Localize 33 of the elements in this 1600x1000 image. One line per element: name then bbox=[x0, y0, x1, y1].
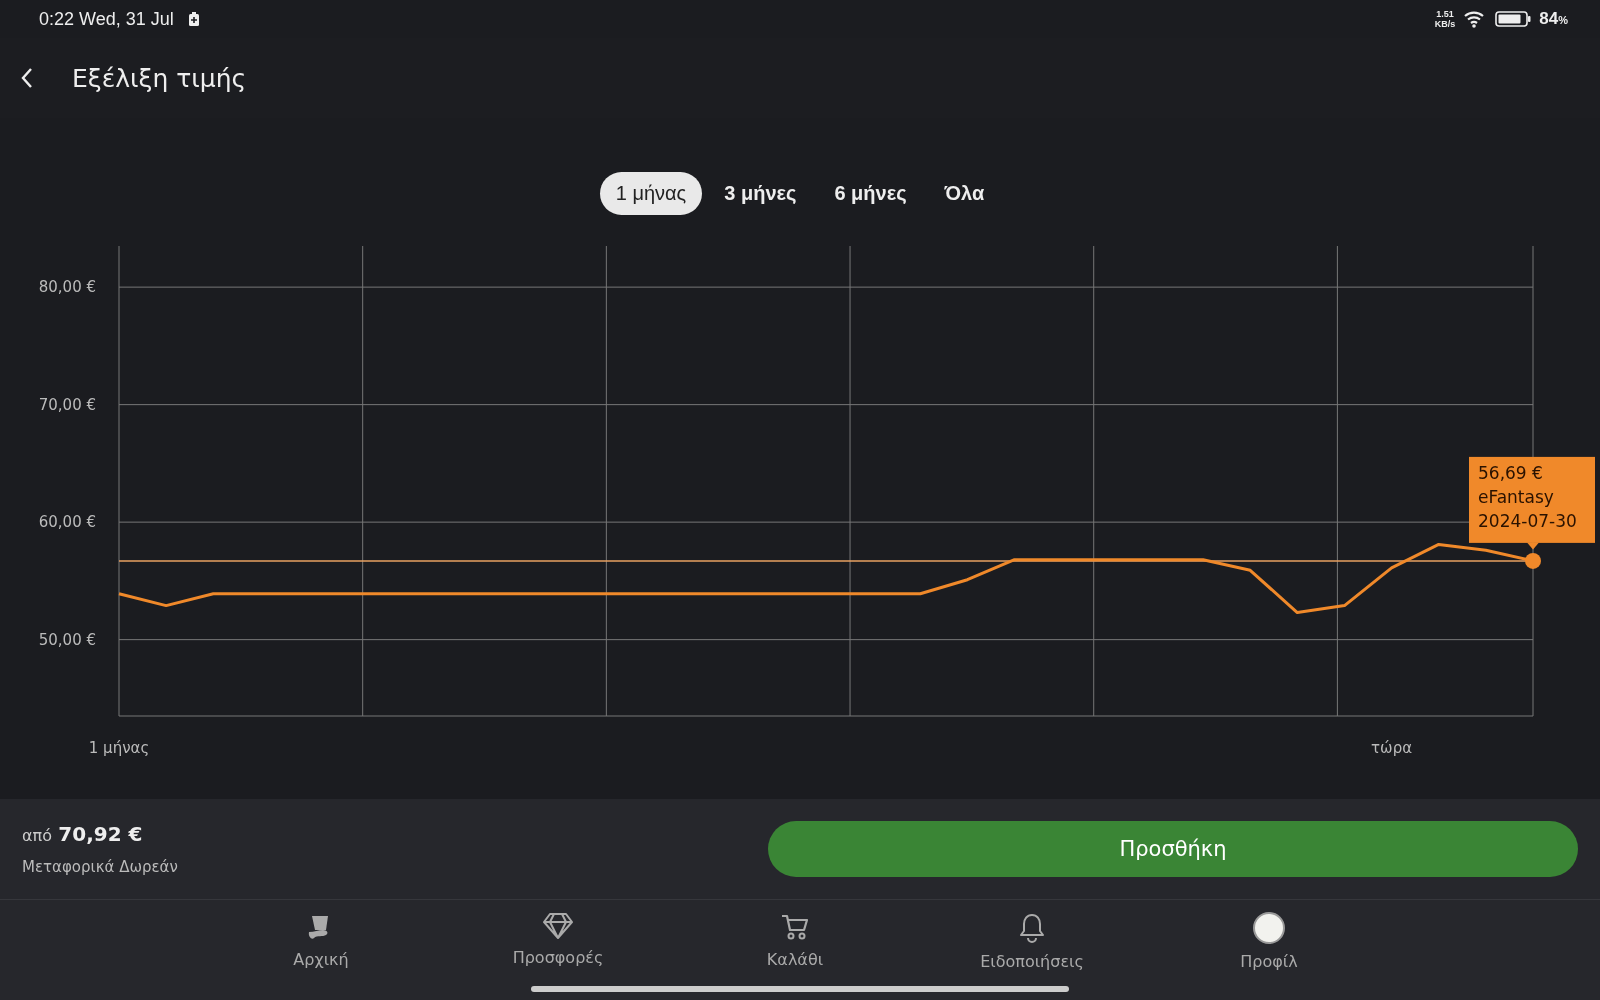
add-button[interactable]: Προσθήκη bbox=[768, 821, 1578, 877]
bell-icon[interactable] bbox=[1018, 912, 1046, 944]
y-axis-label: 60,00 € bbox=[38, 513, 96, 532]
period-tab[interactable]: Όλα bbox=[928, 172, 1001, 215]
period-tab[interactable]: 1 μήνας bbox=[599, 172, 703, 215]
tooltip-text: eFantasy bbox=[1478, 486, 1554, 507]
diamond-icon[interactable] bbox=[542, 912, 574, 940]
x-axis-label: τώρα bbox=[1371, 739, 1413, 757]
nav-label[interactable]: Ειδοποιήσεις bbox=[980, 952, 1084, 971]
period-tab[interactable]: 3 μήνες bbox=[708, 172, 813, 215]
nav-label[interactable]: Καλάθι bbox=[766, 950, 824, 969]
cart-icon[interactable] bbox=[780, 912, 810, 942]
battery-saver-icon bbox=[187, 12, 200, 26]
price-point bbox=[1525, 552, 1541, 569]
nav-label[interactable]: Προσφορές bbox=[512, 948, 604, 967]
network-speed: 1.51 KB/s bbox=[1434, 9, 1456, 29]
tooltip-text: 2024-07-30 bbox=[1478, 510, 1577, 531]
back-icon[interactable] bbox=[20, 67, 34, 89]
avatar-icon[interactable] bbox=[1253, 912, 1285, 944]
price-text: από 70,92 € bbox=[22, 822, 144, 846]
y-axis-label: 50,00 € bbox=[38, 630, 96, 649]
battery-icon bbox=[1495, 11, 1532, 27]
tooltip-text: 56,69 € bbox=[1478, 462, 1543, 483]
page-title: Εξέλιξη τιμής bbox=[72, 63, 247, 93]
x-axis-label: 1 μήνας bbox=[88, 739, 150, 757]
nav-label[interactable]: Αρχική bbox=[293, 950, 349, 969]
y-axis-label: 80,00 € bbox=[38, 278, 96, 297]
battery-percent: 84% bbox=[1539, 9, 1568, 29]
shipping-text: Μεταφορικά Δωρεάν bbox=[22, 858, 178, 876]
period-tab[interactable]: 6 μήνες bbox=[818, 172, 923, 215]
status-time: 0:22 Wed, 31 Jul bbox=[39, 8, 174, 30]
y-axis-label: 70,00 € bbox=[38, 395, 96, 414]
nav-label[interactable]: Προφίλ bbox=[1240, 952, 1298, 971]
